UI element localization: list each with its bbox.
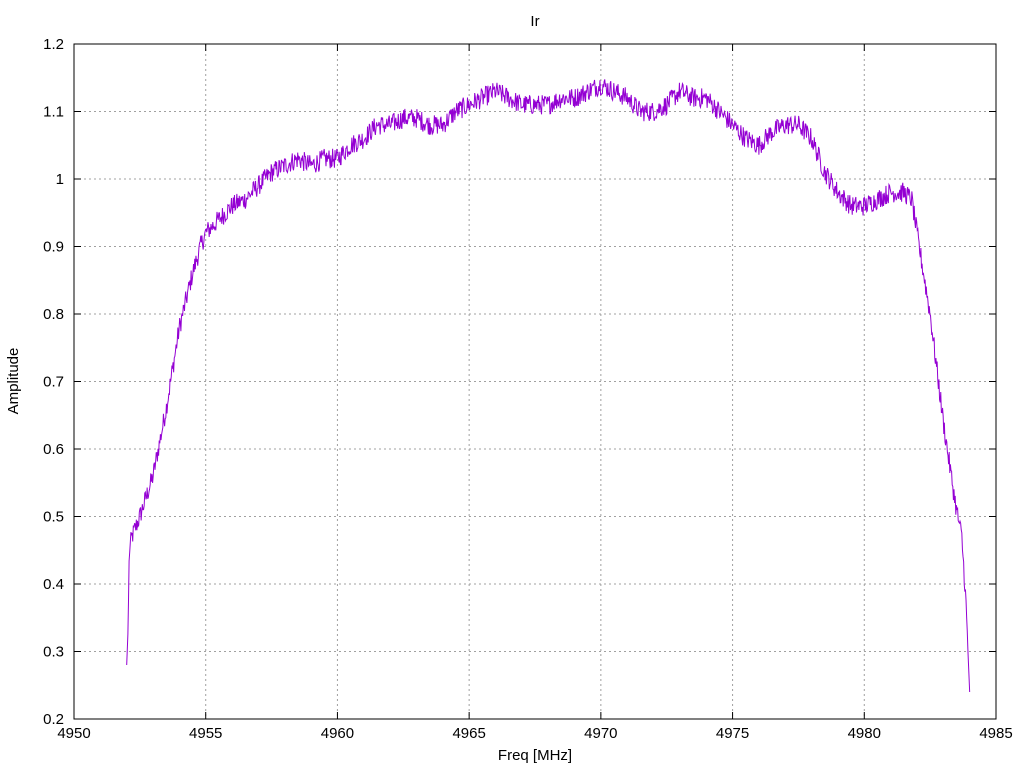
y-tick-label: 0.6: [43, 441, 64, 458]
x-tick-label: 4975: [716, 725, 749, 742]
y-tick-label: 0.8: [43, 306, 64, 323]
y-tick-label: 0.7: [43, 374, 64, 391]
x-tick-label: 4965: [452, 725, 485, 742]
x-tick-label: 4960: [321, 725, 354, 742]
line-chart: Ir 4950 4955 4960 4965 4970 4975 4980 4985 0.20…: [5, 13, 1013, 764]
x-tick-label: 4970: [584, 725, 617, 742]
y-tick-label: 0.9: [43, 239, 64, 256]
y-tick-label: 1.1: [43, 104, 64, 121]
series-line: [126, 79, 971, 693]
y-tick-label: 0.3: [43, 644, 64, 661]
y-tick-label: 0.2: [43, 711, 64, 728]
x-tick-labels: 4950 4955 4960 4965 4970 4975 4980 4985: [57, 725, 1012, 742]
grid: [74, 44, 996, 719]
y-axis-label: Amplitude: [5, 348, 22, 415]
x-tick-label: 4980: [848, 725, 881, 742]
y-tick-label: 1: [56, 171, 64, 188]
y-tick-label: 1.2: [43, 36, 64, 53]
chart-title: Ir: [530, 13, 539, 30]
y-tick-label: 0.5: [43, 509, 64, 526]
x-tick-label: 4985: [979, 725, 1012, 742]
y-tick-labels: 0.2 0.3 0.4 0.5 0.6 0.7 0.8 0.9 1 1.1 1.2: [43, 36, 64, 728]
y-tick-label: 0.4: [43, 576, 64, 593]
x-axis-label: Freq [MHz]: [498, 747, 572, 764]
x-tick-label: 4955: [189, 725, 222, 742]
